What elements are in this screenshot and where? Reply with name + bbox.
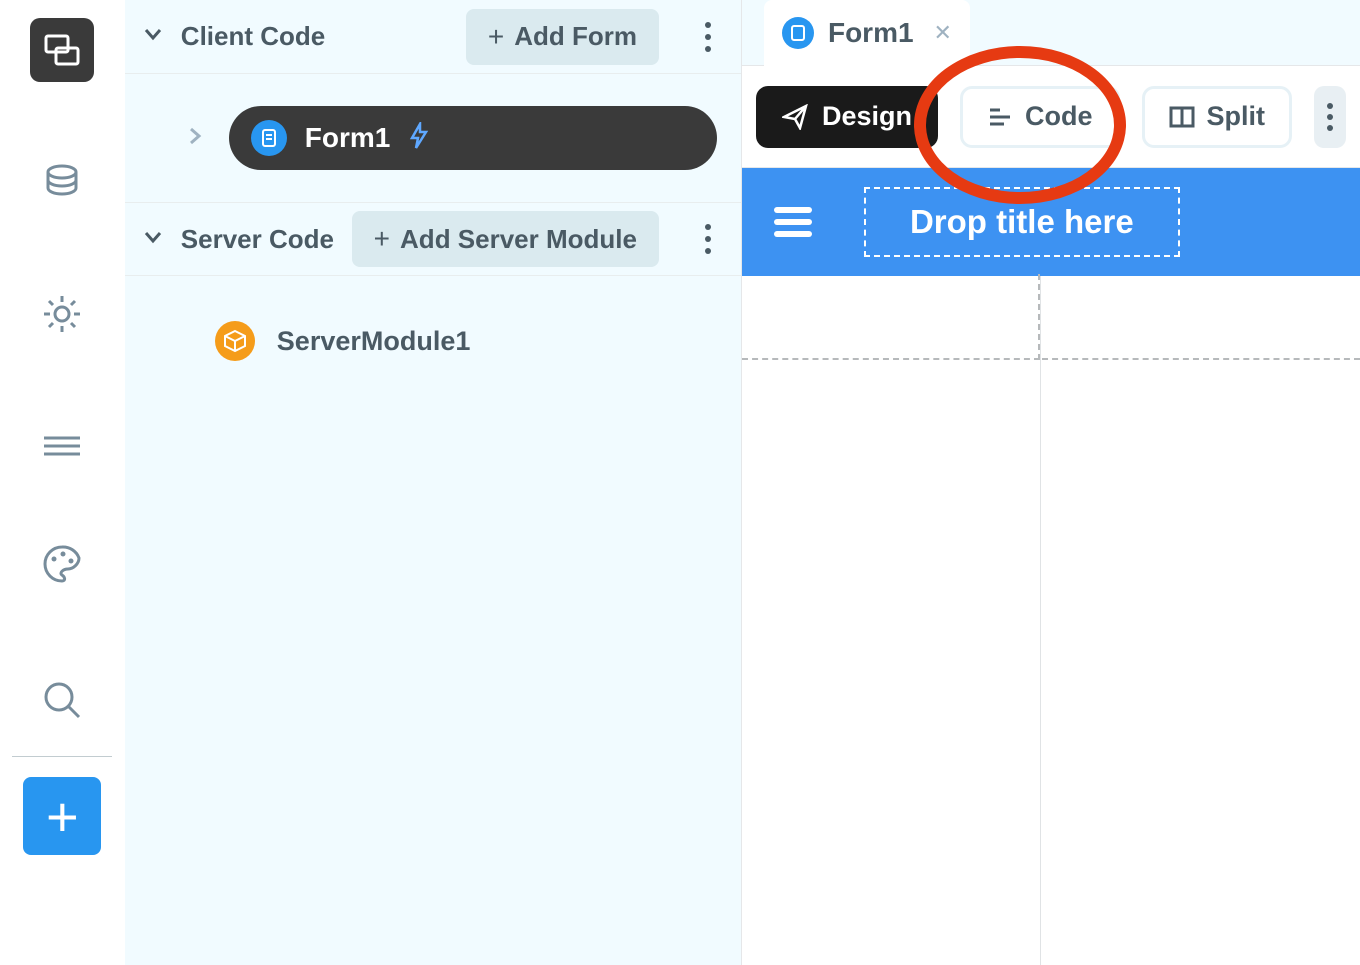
- rail-search-icon[interactable]: [30, 668, 94, 732]
- hamburger-icon[interactable]: [774, 207, 812, 237]
- server-module-icon: [215, 321, 255, 361]
- layout-guide-right: [1042, 274, 1360, 360]
- client-menu-button[interactable]: [691, 22, 725, 52]
- server-code-title: Server Code: [181, 224, 336, 255]
- form1-name: Form1: [305, 122, 391, 154]
- explorer-panel: Client Code + Add Form Form1 Server Code…: [125, 0, 741, 965]
- server-code-header[interactable]: Server Code + Add Server Module: [125, 202, 741, 276]
- server-menu-button[interactable]: [691, 224, 725, 254]
- layout-guide-left: [742, 274, 1040, 360]
- title-drop-zone[interactable]: Drop title here: [864, 187, 1180, 257]
- rail-settings-icon[interactable]: [30, 282, 94, 346]
- view-menu-button[interactable]: [1314, 86, 1346, 148]
- chevron-down-icon: [141, 225, 165, 254]
- plus-icon: +: [488, 21, 504, 53]
- paper-plane-icon: [782, 104, 808, 130]
- code-lines-icon: [987, 106, 1013, 128]
- rail-theme-icon[interactable]: [30, 532, 94, 596]
- rail-app-icon[interactable]: [30, 18, 94, 82]
- layout-guide-vline: [1040, 276, 1042, 965]
- plus-icon: +: [374, 223, 390, 255]
- server-module-name: ServerModule1: [277, 326, 471, 357]
- left-rail: +: [0, 0, 125, 965]
- design-canvas-panel: Form1 ✕ Design Code Split: [741, 0, 1360, 965]
- client-code-title: Client Code: [181, 21, 450, 52]
- design-label: Design: [822, 101, 912, 132]
- rail-divider: [12, 756, 112, 757]
- rail-add-button[interactable]: +: [23, 777, 101, 855]
- chevron-down-icon: [141, 22, 165, 51]
- menu-icon: [42, 434, 82, 458]
- server-module-item[interactable]: ServerModule1: [125, 276, 741, 406]
- form1-item[interactable]: Form1: [229, 106, 717, 170]
- split-view-button[interactable]: Split: [1142, 86, 1293, 148]
- close-icon[interactable]: ✕: [934, 20, 952, 46]
- client-code-header[interactable]: Client Code + Add Form: [125, 0, 741, 74]
- tab-label: Form1: [828, 17, 914, 49]
- split-label: Split: [1207, 101, 1266, 132]
- app-header-bar[interactable]: Drop title here: [742, 168, 1360, 276]
- rail-menu-icon[interactable]: [30, 414, 94, 478]
- form-file-icon: [782, 17, 814, 49]
- plus-icon: +: [46, 784, 79, 849]
- editor-tab-bar: Form1 ✕: [742, 0, 1360, 66]
- designer-stage[interactable]: Drop title here: [742, 168, 1360, 965]
- chevron-right-icon[interactable]: [185, 126, 205, 151]
- view-mode-row: Design Code Split: [742, 66, 1360, 168]
- palette-icon: [41, 543, 83, 585]
- add-server-module-label: Add Server Module: [400, 224, 637, 255]
- form-file-icon: [251, 120, 287, 156]
- lightning-icon: [408, 122, 430, 155]
- add-server-module-button[interactable]: + Add Server Module: [352, 211, 659, 267]
- tab-form1[interactable]: Form1 ✕: [764, 0, 970, 66]
- design-view-button[interactable]: Design: [756, 86, 938, 148]
- code-view-button[interactable]: Code: [960, 86, 1120, 148]
- app-browser-icon: [42, 30, 82, 70]
- rail-database-icon[interactable]: [30, 150, 94, 214]
- drop-title-text: Drop title here: [910, 203, 1134, 240]
- add-form-button[interactable]: + Add Form: [466, 9, 659, 65]
- database-icon: [42, 162, 82, 202]
- split-layout-icon: [1169, 106, 1195, 128]
- add-form-label: Add Form: [514, 21, 637, 52]
- search-icon: [41, 679, 83, 721]
- gear-icon: [41, 293, 83, 335]
- form-row: Form1: [125, 74, 741, 202]
- code-label: Code: [1025, 101, 1093, 132]
